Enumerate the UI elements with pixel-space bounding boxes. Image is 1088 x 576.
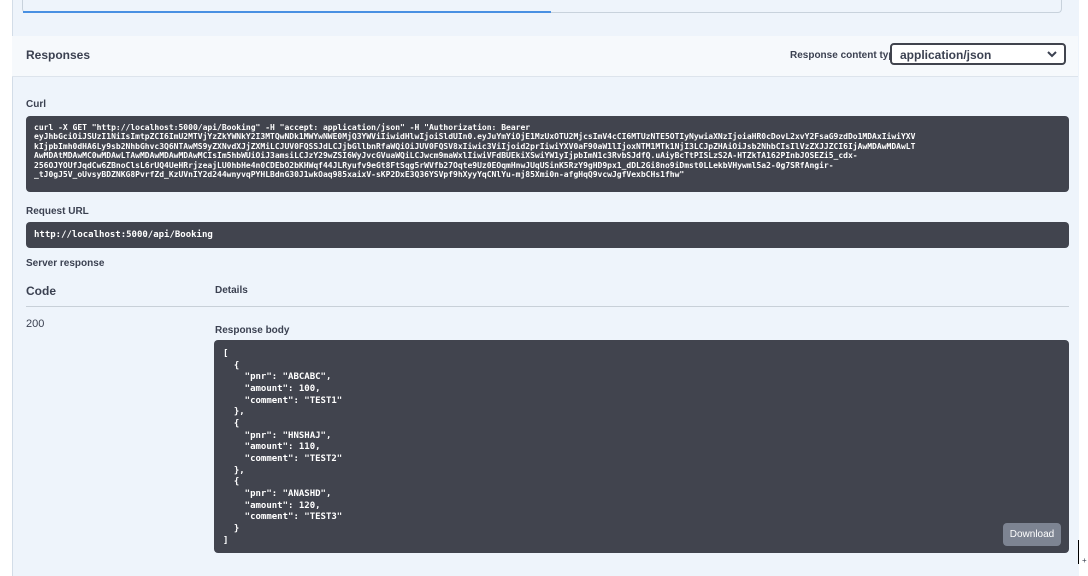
server-response-label: Server response [26, 258, 105, 269]
parameters-section-edge [22, 0, 1062, 13]
chevron-down-icon [1047, 51, 1057, 58]
response-body-label: Response body [215, 325, 290, 336]
responses-title: Responses [26, 48, 91, 62]
column-header-details: Details [215, 285, 248, 296]
request-url-value: http://localhost:5000/api/Booking [26, 222, 1069, 248]
curl-label: Curl [26, 99, 46, 110]
table-divider [26, 306, 1069, 307]
response-status-code: 200 [26, 318, 45, 330]
column-header-code: Code [26, 284, 56, 298]
curl-command: curl -X GET "http://localhost:5000/api/B… [26, 116, 1069, 192]
resize-handle-icon: + [1082, 556, 1087, 565]
response-content-type-value: application/json [900, 48, 992, 62]
scrollbar[interactable] [1078, 540, 1079, 564]
download-button[interactable]: Download [1003, 523, 1061, 546]
response-content-type-label: Response content type [790, 50, 901, 61]
response-content-type-select[interactable]: application/json [890, 43, 1066, 65]
tab-underline [23, 11, 551, 13]
response-body: [ { "pnr": "ABCABC", "amount": 100, "com… [214, 340, 1069, 553]
responses-header: Responses Response content type applicat… [12, 36, 1078, 77]
request-url-label: Request URL [26, 206, 89, 217]
